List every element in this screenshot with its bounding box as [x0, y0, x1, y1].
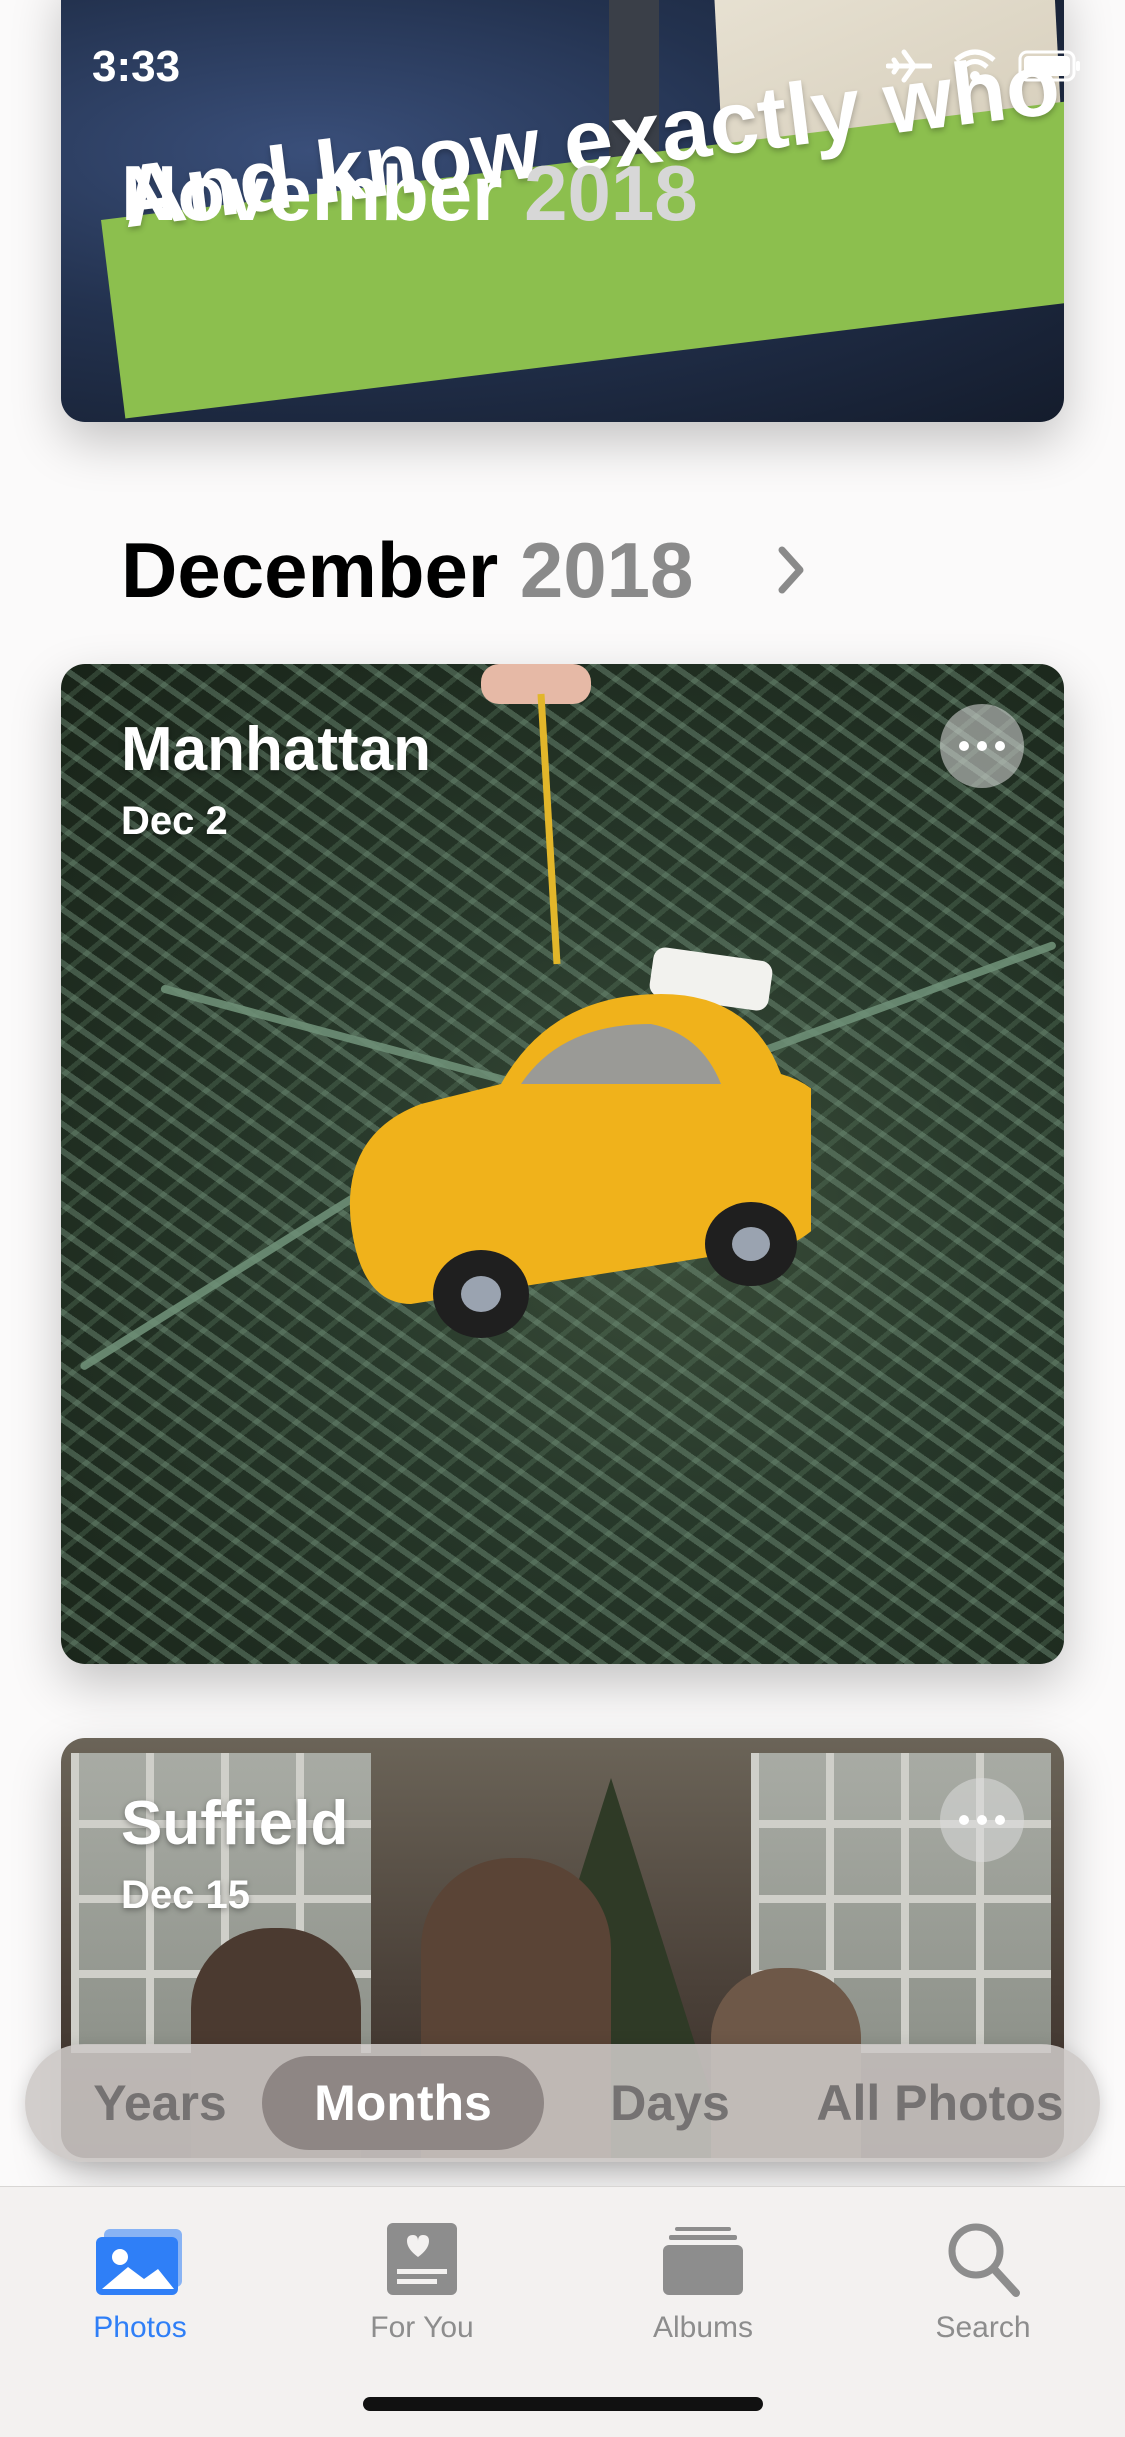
status-icons — [886, 48, 1082, 84]
manhattan-label: Manhattan Dec 2 — [121, 714, 431, 844]
tab-search[interactable]: Search — [883, 2207, 1083, 2345]
search-icon — [948, 2223, 1020, 2297]
segment-months[interactable]: Months — [262, 2056, 544, 2150]
airplane-icon — [886, 49, 932, 83]
tab-photos[interactable]: Photos — [40, 2207, 240, 2345]
december-year: 2018 — [519, 526, 694, 614]
tab-label: Albums — [652, 2311, 754, 2344]
november-heading[interactable]: November 2018 — [121, 148, 698, 239]
november-month: November — [121, 149, 503, 237]
battery-icon — [1018, 50, 1080, 82]
ellipsis-icon — [959, 741, 969, 751]
chevron-right-icon[interactable] — [772, 540, 812, 600]
for-you-icon — [387, 2223, 457, 2295]
ellipsis-icon — [959, 1815, 969, 1825]
card-date: Dec 15 — [121, 1873, 250, 1917]
card-title: Manhattan — [121, 715, 431, 784]
card-title: Suffield — [121, 1789, 349, 1858]
more-options-button[interactable] — [940, 1778, 1024, 1862]
manhattan-memory-card[interactable]: Manhattan Dec 2 — [61, 664, 1064, 1664]
december-heading[interactable]: December 2018 — [121, 525, 693, 616]
wifi-icon — [954, 49, 996, 81]
status-time: 3:33 — [92, 42, 181, 91]
tab-albums[interactable]: Albums — [603, 2207, 803, 2345]
segment-years[interactable]: Years — [65, 2044, 255, 2162]
tab-label: Photos — [93, 2311, 187, 2344]
tab-label: Search — [935, 2311, 1031, 2344]
more-options-button[interactable] — [940, 704, 1024, 788]
december-month: December — [121, 526, 499, 614]
suffield-label: Suffield Dec 15 — [121, 1788, 348, 1918]
segment-all-photos[interactable]: All Photos — [790, 2044, 1090, 2162]
view-segment-control: Years Months Days All Photos — [25, 2044, 1100, 2162]
photos-icon — [96, 2229, 182, 2295]
albums-icon — [663, 2227, 743, 2295]
card-date: Dec 2 — [121, 799, 228, 843]
tab-label: For You — [370, 2311, 474, 2344]
segment-days[interactable]: Days — [570, 2044, 770, 2162]
november-year: 2018 — [524, 149, 698, 237]
tab-for-you[interactable]: For You — [322, 2207, 522, 2345]
home-indicator[interactable] — [363, 2397, 763, 2411]
